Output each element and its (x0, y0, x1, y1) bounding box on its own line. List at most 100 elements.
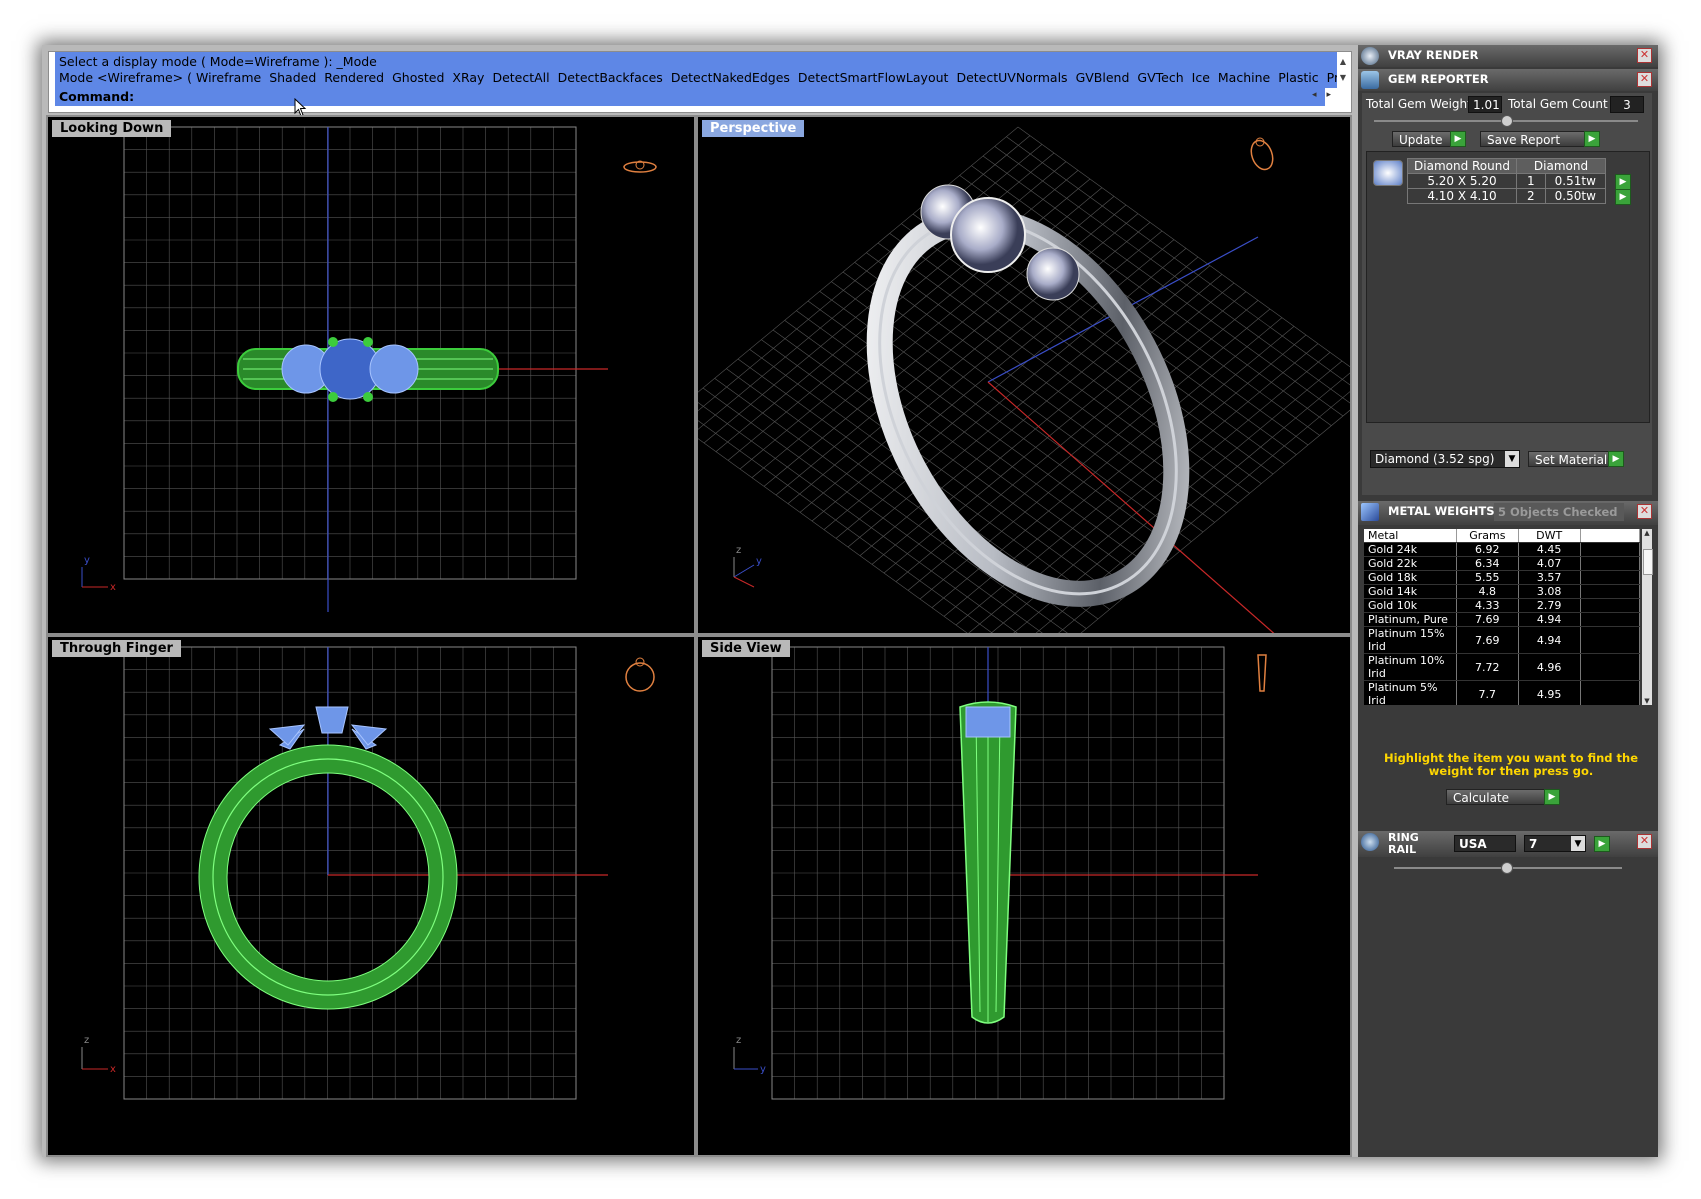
mode-option-plastic[interactable]: Plastic (1278, 70, 1318, 85)
highlight-note: Highlight the item you want to find the … (1384, 751, 1638, 778)
viewport-through-finger[interactable]: Through Finger z x (46, 635, 696, 1157)
mode-option-ice[interactable]: Ice (1192, 70, 1210, 85)
close-icon[interactable]: ✕ (1637, 834, 1652, 849)
history-scrollbar[interactable]: ▲ ▼ (1337, 54, 1349, 86)
ring-rail-slider-knob[interactable] (1501, 862, 1513, 874)
vray-render-header[interactable]: VRAY RENDER ✕ (1358, 45, 1658, 67)
metal-row[interactable]: Platinum 10% Irid 7.72 4.96 (1364, 653, 1640, 681)
save-report-go-icon[interactable]: ▶ (1584, 131, 1600, 147)
metal-row[interactable]: Platinum, Pure 7.69 4.94 (1364, 612, 1640, 627)
mode-option-gvblend[interactable]: GVBlend (1076, 70, 1130, 85)
viewport-side-view[interactable]: Side View z y (696, 635, 1352, 1157)
mode-option-shaded[interactable]: Shaded (269, 70, 316, 85)
chevron-down-icon[interactable]: ▼ (1571, 836, 1585, 851)
update-go-icon[interactable]: ▶ (1450, 131, 1466, 147)
scroll-thumb[interactable] (1643, 549, 1653, 575)
ring-rail-header[interactable]: RING RAIL USA 7 ▼ ▶ ✕ (1358, 831, 1658, 857)
side-gumball-icon (1257, 654, 1267, 692)
viewport-title[interactable]: Looking Down (52, 120, 172, 137)
gem-row-go-icon[interactable]: ▶ (1615, 189, 1631, 205)
gem-table-row[interactable]: 5.20 X 5.20 1 0.51tw (1407, 173, 1607, 189)
ring-rail-title: RING RAIL (1388, 831, 1419, 856)
grams-cell: 7.69 (1456, 626, 1519, 654)
blank-cell (1580, 598, 1640, 613)
gem-table-row[interactable]: 4.10 X 4.10 2 0.50tw (1407, 188, 1607, 204)
mode-option-detectsmartflowlayout[interactable]: DetectSmartFlowLayout (798, 70, 949, 85)
metal-row[interactable]: Gold 10k 4.33 2.79 (1364, 598, 1640, 613)
gem-slider-knob[interactable] (1501, 115, 1513, 127)
mode-option-ghosted[interactable]: Ghosted (392, 70, 444, 85)
metal-name-cell: Gold 22k (1364, 556, 1457, 571)
perspective-canvas: z y (698, 126, 1350, 633)
axis-z-label: z (736, 1035, 741, 1046)
viewport-title[interactable]: Perspective (702, 120, 805, 137)
mode-option-presentation[interactable]: Presentation (1327, 70, 1337, 85)
mode-option-machine[interactable]: Machine (1218, 70, 1270, 85)
side-view-canvas: z y (733, 646, 1267, 1100)
metal-name-cell: Gold 10k (1364, 598, 1457, 613)
set-material-go-icon[interactable]: ▶ (1608, 451, 1624, 467)
mode-option-rendered[interactable]: Rendered (324, 70, 384, 85)
dwt-cell: 4.94 (1518, 612, 1581, 627)
set-material-button[interactable]: Set Material (1528, 451, 1618, 467)
metal-header: Metal (1364, 529, 1457, 543)
material-select[interactable]: Diamond (3.52 spg) ▼ (1370, 450, 1520, 468)
dwt-cell: 3.57 (1518, 570, 1581, 585)
mode-option-detectbackfaces[interactable]: DetectBackfaces (558, 70, 663, 85)
blank-cell (1580, 626, 1640, 654)
metal-weights-header[interactable]: METAL WEIGHTS 5 Objects Checked ✕ (1358, 501, 1658, 525)
metal-row[interactable]: Platinum 15% Irid 7.69 4.94 (1364, 626, 1640, 654)
gem-reporter-header[interactable]: GEM REPORTER ✕ (1358, 69, 1658, 91)
metal-row[interactable]: Gold 18k 5.55 3.57 (1364, 570, 1640, 585)
calculate-go-icon[interactable]: ▶ (1544, 789, 1560, 805)
mode-option-detectuvnormals[interactable]: DetectUVNormals (956, 70, 1067, 85)
metal-weights-title: METAL WEIGHTS (1388, 504, 1495, 518)
close-icon[interactable]: ✕ (1637, 504, 1652, 519)
rendered-ring (866, 184, 1190, 607)
metal-row[interactable]: Gold 22k 6.34 4.07 (1364, 556, 1640, 571)
metal-name-cell: Platinum 5% Irid (1364, 680, 1457, 705)
grams-cell: 4.33 (1456, 598, 1519, 613)
mode-option-detectnakededges[interactable]: DetectNakedEdges (671, 70, 790, 85)
calculate-button[interactable]: Calculate (1446, 789, 1554, 805)
mode-option-gvtech[interactable]: GVTech (1137, 70, 1183, 85)
gem-tw-cell: 0.50tw (1544, 188, 1607, 204)
metal-status: 5 Objects Checked (1494, 503, 1624, 521)
total-gem-weight-label: Total Gem Weight (1366, 97, 1472, 111)
chevron-down-icon[interactable]: ▼ (1505, 451, 1519, 467)
viewport-perspective[interactable]: Perspective z y (696, 115, 1352, 635)
command-line[interactable]: Command: (55, 88, 1325, 106)
metal-name-cell: Platinum 15% Irid (1364, 626, 1457, 654)
ring-rail-go-icon[interactable]: ▶ (1594, 836, 1610, 852)
metal-row[interactable]: Gold 24k 6.92 4.45 (1364, 542, 1640, 557)
save-report-button[interactable]: Save Report (1480, 131, 1592, 147)
diamond-round-icon (1373, 160, 1403, 186)
close-icon[interactable]: ✕ (1637, 72, 1652, 87)
ring-size-select[interactable]: 7 ▼ (1524, 835, 1586, 852)
metal-row[interactable]: Platinum 5% Irid 7.7 4.95 (1364, 680, 1640, 705)
ring-size-value: 7 (1529, 837, 1538, 851)
dwt-cell: 2.79 (1518, 598, 1581, 613)
vray-title: VRAY RENDER (1388, 48, 1479, 62)
viewport-looking-down[interactable]: Looking Down y x (46, 115, 696, 635)
gem-reporter-title: GEM REPORTER (1388, 72, 1489, 86)
vray-icon (1361, 47, 1379, 65)
mode-option-wireframe[interactable]: Wireframe (196, 70, 261, 85)
metal-row[interactable]: Gold 14k 4.8 3.08 (1364, 584, 1640, 599)
gem-row-go-icon[interactable]: ▶ (1615, 174, 1631, 190)
metal-name-cell: Gold 14k (1364, 584, 1457, 599)
viewport-title[interactable]: Side View (702, 640, 790, 657)
material-select-value: Diamond (3.52 spg) (1375, 452, 1495, 466)
dwt-header: DWT (1518, 529, 1581, 543)
close-icon[interactable]: ✕ (1637, 48, 1652, 63)
grams-cell: 7.69 (1456, 612, 1519, 627)
total-gem-count-label: Total Gem Count (1508, 97, 1608, 111)
viewport-title[interactable]: Through Finger (52, 640, 181, 657)
mode-option-xray[interactable]: XRay (452, 70, 484, 85)
mode-option-detectall[interactable]: DetectAll (492, 70, 549, 85)
command-label: Command: (59, 89, 135, 104)
command-nav-arrows[interactable]: ◂▸ (1312, 90, 1341, 100)
gem-size-cell: 5.20 X 5.20 (1407, 173, 1517, 189)
ring-country-field[interactable]: USA (1454, 835, 1516, 852)
metal-table-scrollbar[interactable]: ▲ ▼ (1642, 529, 1653, 705)
